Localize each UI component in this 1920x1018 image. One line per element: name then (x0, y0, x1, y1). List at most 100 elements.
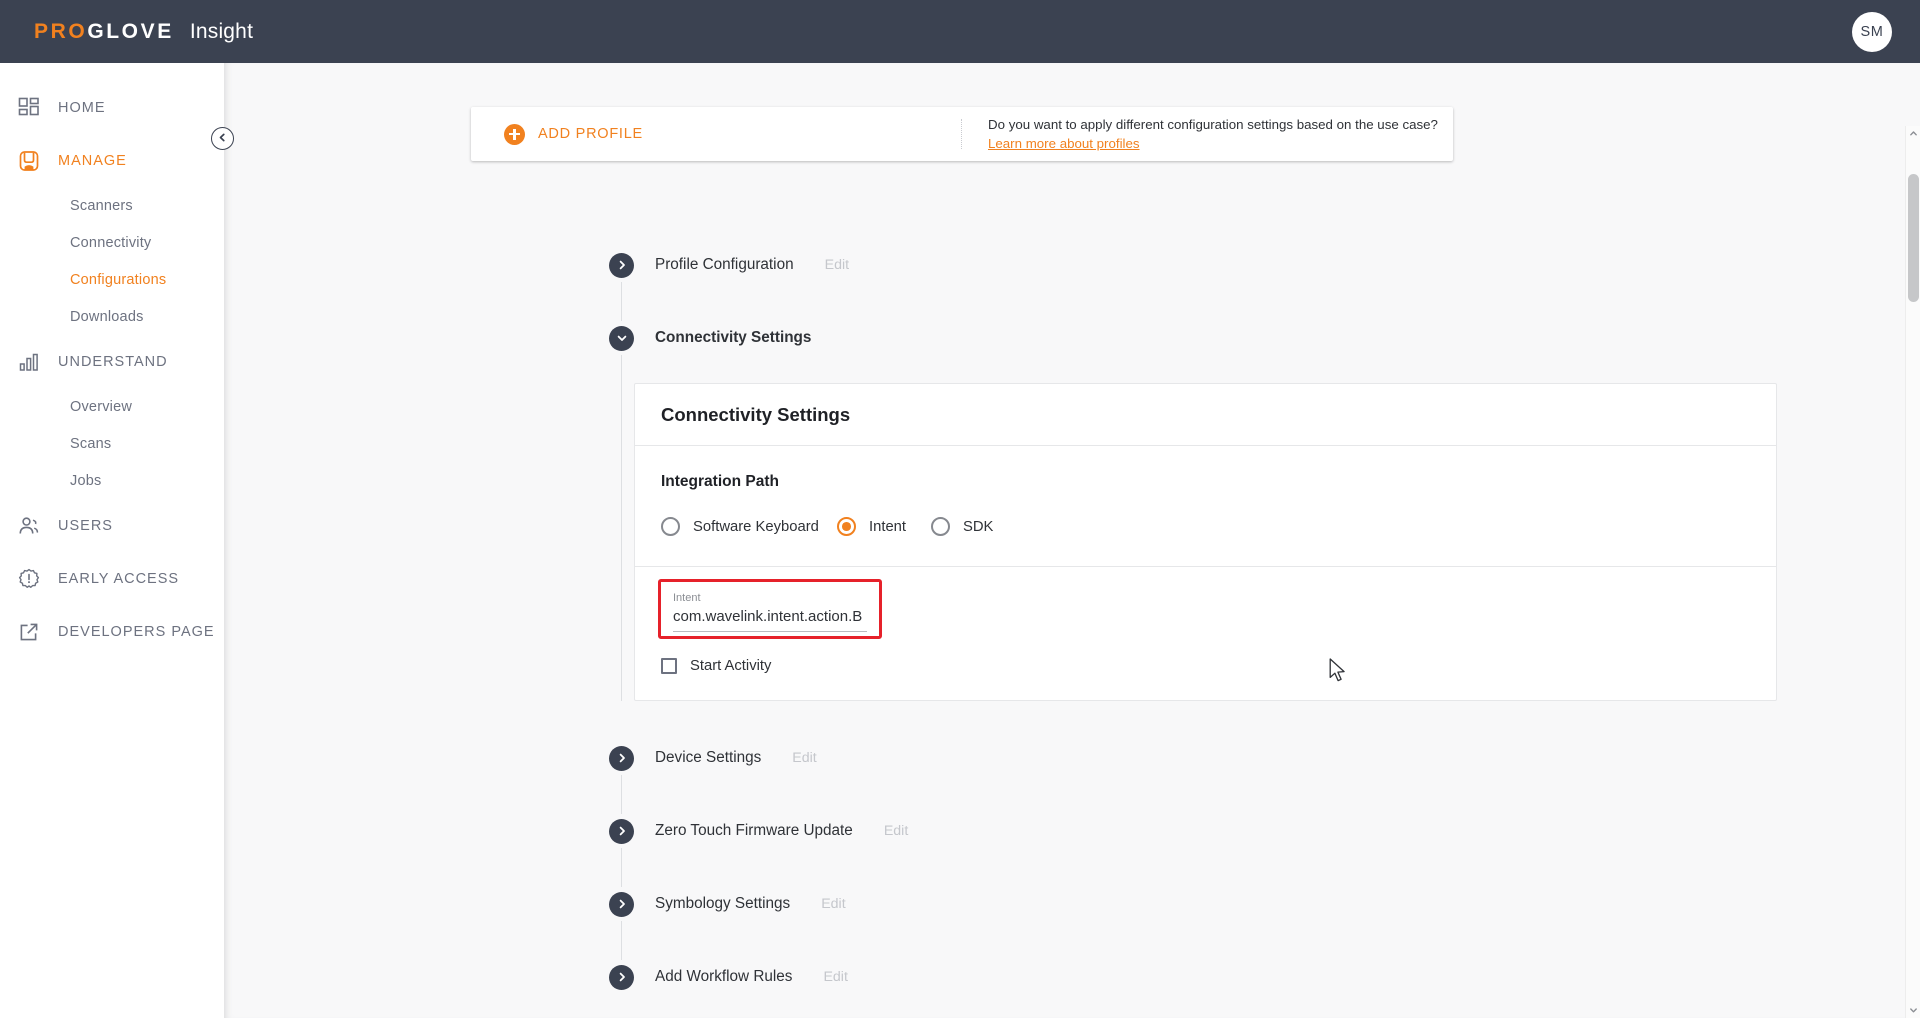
dashboard-grid-icon (12, 97, 46, 119)
vertical-scrollbar[interactable] (1905, 126, 1920, 1018)
chevron-right-icon[interactable] (609, 818, 634, 844)
intent-field-label: Intent (673, 592, 701, 604)
sidebar-item-overview[interactable]: Overview (0, 388, 224, 425)
sidebar-item-users[interactable]: USERS (0, 499, 224, 552)
checkbox-icon[interactable] (661, 658, 677, 674)
accordion-title-connectivity-settings: Connectivity Settings (655, 329, 812, 346)
edit-link-add-workflow-rules[interactable]: Edit (823, 969, 847, 985)
sidebar-label-jobs: Jobs (70, 472, 102, 489)
accordion-connector-line (621, 282, 622, 321)
sidebar-label-home: HOME (58, 99, 106, 116)
avatar[interactable]: SM (1852, 11, 1892, 52)
sidebar-label-understand: UNDERSTAND (58, 353, 168, 370)
accordion-connector-line (621, 921, 622, 960)
radio-label-sdk: SDK (963, 518, 994, 535)
accordion-header-symbology-settings[interactable]: Symbology Settings Edit (609, 887, 1859, 921)
chevron-right-icon[interactable] (609, 745, 634, 771)
chevron-right-icon[interactable] (609, 891, 634, 917)
scrollbar-thumb[interactable] (1908, 174, 1919, 302)
intent-input[interactable]: com.wavelink.intent.action.B (673, 608, 867, 632)
scroll-down-arrow-icon[interactable] (1906, 1003, 1920, 1018)
sidebar-item-scans[interactable]: Scans (0, 425, 224, 462)
sidebar-item-downloads[interactable]: Downloads (0, 298, 224, 335)
radio-software-keyboard[interactable]: Software Keyboard (661, 517, 837, 536)
sidebar-item-jobs[interactable]: Jobs (0, 462, 224, 499)
sidebar-item-manage[interactable]: MANAGE (0, 134, 224, 187)
accordion-connector-line (621, 355, 622, 701)
intent-field-section: Intent com.wavelink.intent.action.B Star… (635, 579, 1776, 700)
card-title: Connectivity Settings (661, 403, 851, 425)
radio-label-software-keyboard: Software Keyboard (693, 518, 819, 535)
sidebar-item-early-access[interactable]: EARLY ACCESS (0, 552, 224, 605)
users-icon (12, 515, 46, 537)
add-profile-label: ADD PROFILE (538, 126, 643, 142)
accordion-header-profile-configuration[interactable]: Profile Configuration Edit (609, 248, 1859, 282)
sidebar-label-overview: Overview (70, 398, 133, 415)
app-logo[interactable]: PRO GLOVE Insight (34, 20, 253, 44)
configuration-accordion: Profile Configuration Edit Connectivity … (609, 248, 1859, 994)
accordion-title-symbology-settings: Symbology Settings (655, 895, 791, 912)
accordion-body-symbology-settings (609, 921, 1859, 960)
connectivity-settings-card: Connectivity Settings Integration Path S… (634, 383, 1777, 701)
chevron-right-icon[interactable] (609, 964, 634, 990)
accordion-body-connectivity-settings: Connectivity Settings Integration Path S… (609, 383, 1859, 701)
sidebar-item-scanners[interactable]: Scanners (0, 187, 224, 224)
profile-hint: Do you want to apply different configura… (962, 107, 1438, 161)
accordion-section-connectivity-settings: Connectivity Settings Connectivity Setti… (609, 321, 1859, 701)
start-activity-label: Start Activity (690, 658, 772, 674)
scroll-up-arrow-icon[interactable] (1906, 126, 1920, 141)
content-scroll-area: ADD PROFILE Do you want to apply differe… (224, 63, 1920, 1018)
start-activity-checkbox-row[interactable]: Start Activity (661, 658, 1750, 674)
sidebar-collapse-toggle[interactable] (211, 127, 234, 150)
accordion-section-profile-configuration: Profile Configuration Edit (609, 248, 1859, 321)
radio-circle-icon (931, 517, 950, 536)
sidebar-item-home[interactable]: HOME (0, 81, 224, 134)
chevron-down-icon[interactable] (609, 325, 634, 351)
sidebar-item-developers-page[interactable]: DEVELOPERS PAGE (0, 605, 224, 658)
accordion-header-device-settings[interactable]: Device Settings Edit (609, 741, 1859, 775)
badge-exclamation-icon (12, 568, 46, 590)
logo-glove-text: GLOVE (87, 19, 174, 43)
accordion-title-add-workflow-rules: Add Workflow Rules (655, 968, 793, 985)
sidebar-label-developers-page: DEVELOPERS PAGE (58, 623, 215, 640)
edit-link-device-settings[interactable]: Edit (792, 750, 816, 766)
product-name: Insight (189, 19, 254, 43)
chevron-right-icon[interactable] (609, 252, 634, 278)
accordion-section-zero-touch-firmware-update: Zero Touch Firmware Update Edit (609, 814, 1859, 887)
sidebar-item-connectivity[interactable]: Connectivity (0, 224, 224, 261)
edit-link-profile-configuration[interactable]: Edit (825, 257, 849, 273)
add-profile-panel: ADD PROFILE Do you want to apply differe… (471, 107, 1453, 161)
accordion-title-zero-touch-firmware-update: Zero Touch Firmware Update (655, 822, 853, 839)
accordion-header-add-workflow-rules[interactable]: Add Workflow Rules Edit (609, 960, 1859, 994)
sidebar-item-configurations[interactable]: Configurations (0, 261, 224, 298)
sidebar-item-understand[interactable]: UNDERSTAND (0, 335, 224, 388)
accordion-section-add-workflow-rules: Add Workflow Rules Edit (609, 960, 1859, 994)
logo-pro-text: PRO (34, 19, 88, 43)
add-profile-button[interactable]: ADD PROFILE (471, 107, 961, 161)
accordion-body-profile-configuration (609, 282, 1859, 321)
sidebar-label-downloads: Downloads (70, 308, 144, 325)
learn-more-link[interactable]: Learn more about profiles (988, 134, 1438, 153)
accordion-title-profile-configuration: Profile Configuration (655, 256, 794, 273)
integration-path-label: Integration Path (661, 473, 779, 490)
accordion-header-connectivity-settings[interactable]: Connectivity Settings (609, 321, 1859, 355)
top-header-bar: PRO GLOVE Insight SM (0, 0, 1920, 63)
intent-field-error-highlight: Intent com.wavelink.intent.action.B (658, 579, 882, 639)
sidebar: HOME MANAGE Scanners Connectivity Config… (0, 63, 224, 1018)
accordion-body-zero-touch-firmware-update (609, 848, 1859, 887)
accordion-section-device-settings: Device Settings Edit (609, 741, 1859, 814)
radio-sdk[interactable]: SDK (931, 517, 993, 536)
radio-intent[interactable]: Intent (837, 517, 931, 536)
accordion-header-zero-touch-firmware-update[interactable]: Zero Touch Firmware Update Edit (609, 814, 1859, 848)
main-content: ADD PROFILE Do you want to apply differe… (224, 63, 1920, 1018)
edit-link-symbology-settings[interactable]: Edit (821, 896, 845, 912)
accordion-connector-line (621, 848, 622, 887)
accordion-body-device-settings (609, 775, 1859, 814)
edit-link-zero-touch-firmware-update[interactable]: Edit (884, 823, 908, 839)
accordion-title-device-settings: Device Settings (655, 749, 762, 766)
accordion-connector-line (621, 775, 622, 814)
